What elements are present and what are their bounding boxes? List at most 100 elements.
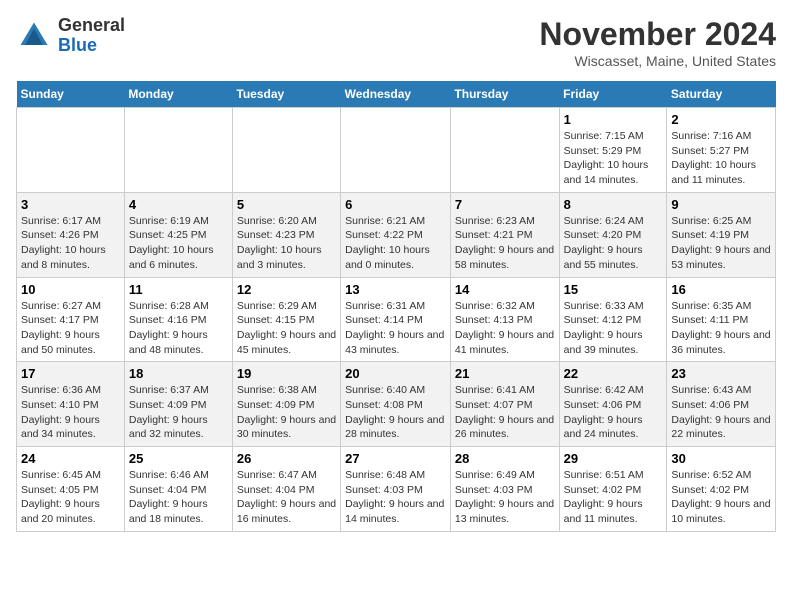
calendar-table: Sunday Monday Tuesday Wednesday Thursday… bbox=[16, 81, 776, 532]
calendar-cell bbox=[450, 108, 559, 193]
day-info: Sunrise: 6:32 AM Sunset: 4:13 PM Dayligh… bbox=[455, 299, 555, 358]
header-saturday: Saturday bbox=[667, 81, 776, 108]
calendar-cell: 18 Sunrise: 6:37 AM Sunset: 4:09 PM Dayli… bbox=[124, 362, 232, 447]
day-info: Sunrise: 6:45 AM Sunset: 4:05 PM Dayligh… bbox=[21, 468, 120, 527]
day-info: Sunrise: 6:48 AM Sunset: 4:03 PM Dayligh… bbox=[345, 468, 446, 527]
calendar-cell: 30 Sunrise: 6:52 AM Sunset: 4:02 PM Dayli… bbox=[667, 447, 776, 532]
day-info: Sunrise: 6:52 AM Sunset: 4:02 PM Dayligh… bbox=[671, 468, 771, 527]
header-thursday: Thursday bbox=[450, 81, 559, 108]
day-info: Sunrise: 6:40 AM Sunset: 4:08 PM Dayligh… bbox=[345, 383, 446, 442]
day-info: Sunrise: 6:19 AM Sunset: 4:25 PM Dayligh… bbox=[129, 214, 228, 273]
calendar-cell: 26 Sunrise: 6:47 AM Sunset: 4:04 PM Dayli… bbox=[232, 447, 340, 532]
day-number: 29 bbox=[564, 451, 663, 466]
day-number: 5 bbox=[237, 197, 336, 212]
day-number: 19 bbox=[237, 366, 336, 381]
calendar-week-4: 17 Sunrise: 6:36 AM Sunset: 4:10 PM Dayli… bbox=[17, 362, 776, 447]
day-number: 27 bbox=[345, 451, 446, 466]
calendar-cell: 15 Sunrise: 6:33 AM Sunset: 4:12 PM Dayli… bbox=[559, 277, 667, 362]
calendar-cell bbox=[341, 108, 451, 193]
header-friday: Friday bbox=[559, 81, 667, 108]
day-info: Sunrise: 6:36 AM Sunset: 4:10 PM Dayligh… bbox=[21, 383, 120, 442]
day-info: Sunrise: 6:42 AM Sunset: 4:06 PM Dayligh… bbox=[564, 383, 663, 442]
calendar-cell: 2Sunrise: 7:16 AM Sunset: 5:27 PM Daylig… bbox=[667, 108, 776, 193]
calendar-cell: 16 Sunrise: 6:35 AM Sunset: 4:11 PM Dayli… bbox=[667, 277, 776, 362]
calendar-cell: 3 Sunrise: 6:17 AM Sunset: 4:26 PM Daylig… bbox=[17, 192, 125, 277]
header-monday: Monday bbox=[124, 81, 232, 108]
calendar-cell: 27 Sunrise: 6:48 AM Sunset: 4:03 PM Dayli… bbox=[341, 447, 451, 532]
day-number: 18 bbox=[129, 366, 228, 381]
day-info: Sunrise: 6:28 AM Sunset: 4:16 PM Dayligh… bbox=[129, 299, 228, 358]
calendar-cell: 14 Sunrise: 6:32 AM Sunset: 4:13 PM Dayli… bbox=[450, 277, 559, 362]
day-info: Sunrise: 6:46 AM Sunset: 4:04 PM Dayligh… bbox=[129, 468, 228, 527]
day-info: Sunrise: 6:35 AM Sunset: 4:11 PM Dayligh… bbox=[671, 299, 771, 358]
day-number: 4 bbox=[129, 197, 228, 212]
day-number: 8 bbox=[564, 197, 663, 212]
logo: General Blue bbox=[16, 16, 125, 56]
day-info: Sunrise: 6:20 AM Sunset: 4:23 PM Dayligh… bbox=[237, 214, 336, 273]
logo-icon bbox=[16, 18, 52, 54]
day-number: 15 bbox=[564, 282, 663, 297]
day-number: 7 bbox=[455, 197, 555, 212]
calendar-week-2: 3 Sunrise: 6:17 AM Sunset: 4:26 PM Daylig… bbox=[17, 192, 776, 277]
day-number: 25 bbox=[129, 451, 228, 466]
day-info: Sunrise: 7:15 AM Sunset: 5:29 PM Dayligh… bbox=[564, 129, 663, 188]
day-number: 30 bbox=[671, 451, 771, 466]
day-info: Sunrise: 6:37 AM Sunset: 4:09 PM Dayligh… bbox=[129, 383, 228, 442]
day-info: Sunrise: 6:23 AM Sunset: 4:21 PM Dayligh… bbox=[455, 214, 555, 273]
day-number: 10 bbox=[21, 282, 120, 297]
day-number: 23 bbox=[671, 366, 771, 381]
logo-text: General Blue bbox=[58, 16, 125, 56]
header-wednesday: Wednesday bbox=[341, 81, 451, 108]
day-number: 9 bbox=[671, 197, 771, 212]
day-info: Sunrise: 6:31 AM Sunset: 4:14 PM Dayligh… bbox=[345, 299, 446, 358]
day-number: 12 bbox=[237, 282, 336, 297]
day-info: Sunrise: 6:21 AM Sunset: 4:22 PM Dayligh… bbox=[345, 214, 446, 273]
calendar-cell: 24Sunrise: 6:45 AM Sunset: 4:05 PM Dayli… bbox=[17, 447, 125, 532]
calendar-week-1: 1 Sunrise: 7:15 AM Sunset: 5:29 PM Daylig… bbox=[17, 108, 776, 193]
day-number: 17 bbox=[21, 366, 120, 381]
day-number: 3 bbox=[21, 197, 120, 212]
calendar-cell: 25 Sunrise: 6:46 AM Sunset: 4:04 PM Dayli… bbox=[124, 447, 232, 532]
calendar-cell: 6 Sunrise: 6:21 AM Sunset: 4:22 PM Daylig… bbox=[341, 192, 451, 277]
day-info: Sunrise: 6:38 AM Sunset: 4:09 PM Dayligh… bbox=[237, 383, 336, 442]
day-number: 28 bbox=[455, 451, 555, 466]
calendar-cell: 13 Sunrise: 6:31 AM Sunset: 4:14 PM Dayli… bbox=[341, 277, 451, 362]
day-info: Sunrise: 7:16 AM Sunset: 5:27 PM Dayligh… bbox=[671, 129, 771, 188]
calendar-cell bbox=[232, 108, 340, 193]
day-info: Sunrise: 6:17 AM Sunset: 4:26 PM Dayligh… bbox=[21, 214, 120, 273]
day-info: Sunrise: 6:47 AM Sunset: 4:04 PM Dayligh… bbox=[237, 468, 336, 527]
calendar-cell: 12 Sunrise: 6:29 AM Sunset: 4:15 PM Dayli… bbox=[232, 277, 340, 362]
calendar-cell: 9Sunrise: 6:25 AM Sunset: 4:19 PM Daylig… bbox=[667, 192, 776, 277]
day-info: Sunrise: 6:43 AM Sunset: 4:06 PM Dayligh… bbox=[671, 383, 771, 442]
calendar-cell: 20Sunrise: 6:40 AM Sunset: 4:08 PM Dayli… bbox=[341, 362, 451, 447]
page-header: General Blue November 2024 Wiscasset, Ma… bbox=[16, 16, 776, 69]
calendar-cell: 21Sunrise: 6:41 AM Sunset: 4:07 PM Dayli… bbox=[450, 362, 559, 447]
day-number: 13 bbox=[345, 282, 446, 297]
calendar-cell: 17 Sunrise: 6:36 AM Sunset: 4:10 PM Dayli… bbox=[17, 362, 125, 447]
day-number: 26 bbox=[237, 451, 336, 466]
day-number: 6 bbox=[345, 197, 446, 212]
calendar-cell: 8Sunrise: 6:24 AM Sunset: 4:20 PM Daylig… bbox=[559, 192, 667, 277]
calendar-cell: 29Sunrise: 6:51 AM Sunset: 4:02 PM Dayli… bbox=[559, 447, 667, 532]
day-info: Sunrise: 6:29 AM Sunset: 4:15 PM Dayligh… bbox=[237, 299, 336, 358]
calendar-cell: 22Sunrise: 6:42 AM Sunset: 4:06 PM Dayli… bbox=[559, 362, 667, 447]
calendar-header-row: Sunday Monday Tuesday Wednesday Thursday… bbox=[17, 81, 776, 108]
day-number: 11 bbox=[129, 282, 228, 297]
day-info: Sunrise: 6:49 AM Sunset: 4:03 PM Dayligh… bbox=[455, 468, 555, 527]
subtitle: Wiscasset, Maine, United States bbox=[539, 53, 776, 69]
title-area: November 2024 Wiscasset, Maine, United S… bbox=[539, 16, 776, 69]
logo-general: General bbox=[58, 16, 125, 36]
calendar-week-3: 10Sunrise: 6:27 AM Sunset: 4:17 PM Dayli… bbox=[17, 277, 776, 362]
calendar-cell bbox=[124, 108, 232, 193]
calendar-cell: 4 Sunrise: 6:19 AM Sunset: 4:25 PM Daylig… bbox=[124, 192, 232, 277]
day-number: 14 bbox=[455, 282, 555, 297]
main-title: November 2024 bbox=[539, 16, 776, 53]
day-number: 1 bbox=[564, 112, 663, 127]
header-tuesday: Tuesday bbox=[232, 81, 340, 108]
calendar-cell: 10Sunrise: 6:27 AM Sunset: 4:17 PM Dayli… bbox=[17, 277, 125, 362]
day-number: 16 bbox=[671, 282, 771, 297]
day-info: Sunrise: 6:33 AM Sunset: 4:12 PM Dayligh… bbox=[564, 299, 663, 358]
calendar-cell: 7 Sunrise: 6:23 AM Sunset: 4:21 PM Daylig… bbox=[450, 192, 559, 277]
calendar-cell: 19 Sunrise: 6:38 AM Sunset: 4:09 PM Dayli… bbox=[232, 362, 340, 447]
calendar-cell: 5 Sunrise: 6:20 AM Sunset: 4:23 PM Daylig… bbox=[232, 192, 340, 277]
